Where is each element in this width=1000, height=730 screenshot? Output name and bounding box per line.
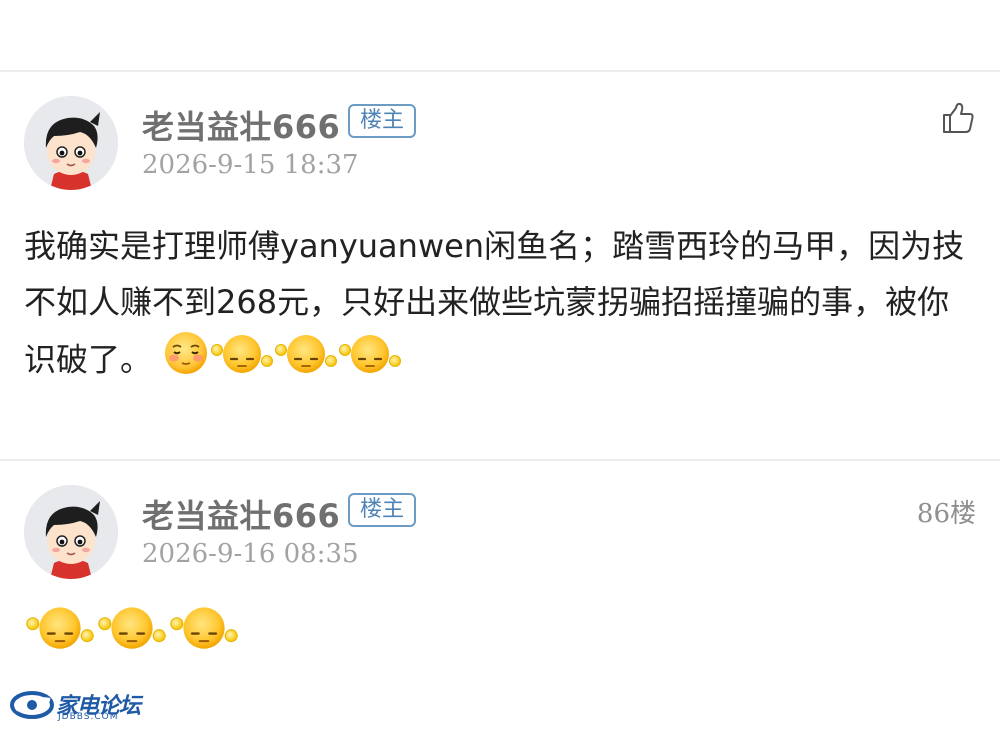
avatar[interactable] [24,96,118,190]
site-watermark-logo: 家电论坛 JDBBS.COM [10,688,141,724]
post-content: 我确实是打理师傅yanyuanwen闲鱼名；踏雪西玲的马甲，因为技不如人赚不到2… [24,218,974,393]
blush-emoji [162,330,210,393]
floor-number: 86楼 [916,499,976,529]
avatar-cartoon-icon [24,96,118,190]
post-divider [0,459,1000,461]
sweat-emoji [338,330,402,393]
sweat-emoji [210,330,274,393]
op-badge: 楼主 [348,493,416,527]
logo-swoosh-icon [10,691,54,719]
username[interactable]: 老当益壮666 [142,102,340,148]
sweat-emoji [24,602,96,669]
top-divider [0,70,1000,72]
username[interactable]: 老当益壮666 [142,491,340,537]
avatar-cartoon-icon [24,485,118,579]
timestamp: 2026-9-15 18:37 [142,150,359,180]
sweat-emoji [168,602,240,669]
timestamp: 2026-9-16 08:35 [142,539,359,569]
thumbs-up-icon [943,102,974,133]
op-badge: 楼主 [348,104,416,138]
sweat-emoji [274,330,338,393]
logo-domain: JDBBS.COM [58,712,119,722]
post-content [24,602,974,669]
like-button[interactable] [940,100,976,136]
avatar[interactable] [24,485,118,579]
forum-thread: 老当益壮666 楼主 2026-9-15 18:37 我确实是打理师傅yanyu… [0,0,1000,730]
sweat-emoji [96,602,168,669]
